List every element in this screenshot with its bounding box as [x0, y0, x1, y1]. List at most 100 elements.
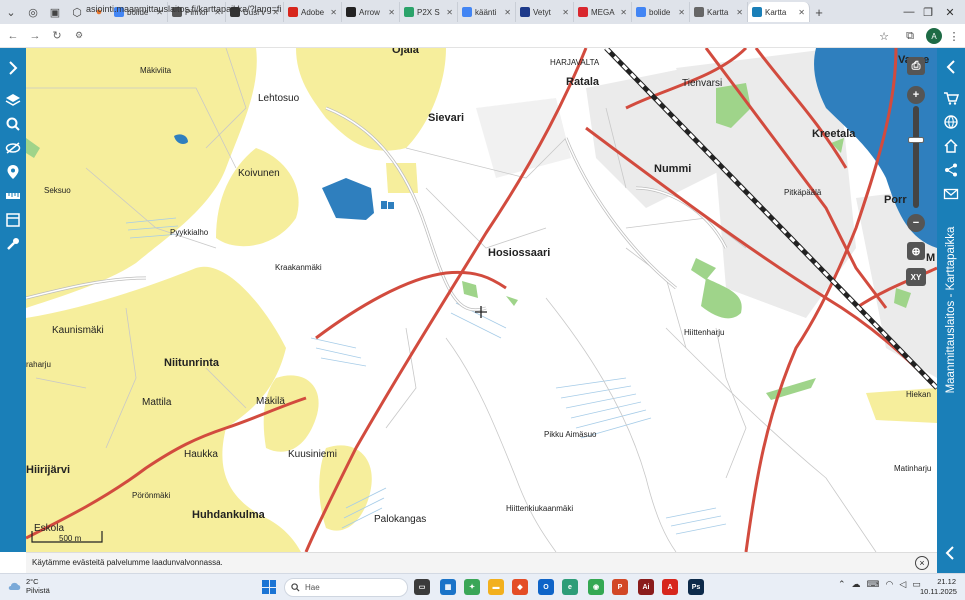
field-area: [26, 48, 257, 308]
tools-icon[interactable]: [0, 232, 26, 256]
location-pin-icon[interactable]: [0, 160, 26, 184]
search-icon[interactable]: [0, 112, 26, 136]
place-name-label: Porr: [884, 194, 907, 206]
chrome-icon[interactable]: ◉: [588, 579, 604, 595]
place-name-label: Pikku Aimäsuo: [544, 430, 597, 439]
place-name-label: Kreetala: [812, 128, 856, 140]
expand-panel-icon[interactable]: [0, 48, 26, 88]
taskbar-search[interactable]: Hae: [284, 578, 408, 597]
close-tab-icon[interactable]: ✕: [736, 8, 743, 17]
file-explorer-icon[interactable]: ▬: [488, 579, 504, 595]
restore-button[interactable]: ❐: [917, 0, 939, 24]
bookmark-star-icon[interactable]: ☆: [876, 28, 892, 44]
tab-pinned-icon[interactable]: ⬡: [66, 2, 88, 22]
reload-icon[interactable]: ↻: [46, 25, 68, 47]
home-icon[interactable]: [937, 134, 965, 158]
clock-date: 10.11.2025: [920, 587, 957, 596]
browser-tab[interactable]: P2X S ✕: [400, 2, 458, 22]
visibility-off-icon[interactable]: [0, 136, 26, 160]
scale-label: 500 m: [59, 534, 82, 543]
powerpoint-icon[interactable]: P: [612, 579, 628, 595]
weather-widget[interactable]: 2°C Pilvistä: [8, 577, 50, 595]
zoom-slider-track[interactable]: [913, 106, 919, 208]
close-tab-icon[interactable]: ✕: [330, 8, 337, 17]
close-tab-icon[interactable]: ✕: [562, 8, 569, 17]
browser-tab-label: MEGA: [591, 7, 615, 17]
zoom-slider-handle[interactable]: [908, 137, 924, 143]
place-name-label: Huhdankulma: [192, 509, 265, 521]
start-button[interactable]: [262, 580, 276, 594]
place-name-label: Sievari: [428, 112, 465, 124]
place-name-label: Niitunrinta: [164, 357, 219, 369]
browser-tab[interactable]: Kartta ✕: [690, 2, 748, 22]
browser-tab[interactable]: MEGA ✕: [574, 2, 632, 22]
collapse-panel-icon[interactable]: [937, 48, 965, 86]
site-info-icon[interactable]: ⚙: [68, 25, 90, 47]
close-tab-icon[interactable]: ✕: [388, 8, 395, 17]
new-tab-button[interactable]: +: [810, 5, 828, 20]
coordinates-button[interactable]: XY: [906, 268, 926, 286]
browser-tab[interactable]: Vetyt ✕: [516, 2, 574, 22]
address-bar[interactable]: asiointi.maanmittauslaitos.fi/karttapaik…: [86, 4, 281, 14]
field-area: [216, 148, 299, 247]
locate-icon[interactable]: ⊕: [907, 242, 925, 260]
profile-avatar[interactable]: A: [926, 28, 942, 44]
browser-tab-label: käänti: [475, 7, 497, 17]
globe-icon[interactable]: [937, 110, 965, 134]
place-name-label: Pitkäpäälä: [784, 188, 822, 197]
back-icon[interactable]: ←: [2, 25, 24, 47]
browser-tab[interactable]: Adobe ✕: [284, 2, 342, 22]
place-name-label: Mäkilä: [256, 396, 285, 407]
illustrator-icon[interactable]: Ai: [638, 579, 654, 595]
adobe-icon: [288, 7, 298, 17]
browser-tab[interactable]: käänti ✕: [458, 2, 516, 22]
close-tab-icon[interactable]: ✕: [678, 8, 685, 17]
map-canvas[interactable]: OjalaHARJAVALTARatalaTienvarsiVasseMäkiv…: [26, 48, 937, 552]
field-area: [386, 163, 418, 193]
service-title: Maanmittauslaitos - Karttapaikka: [945, 226, 957, 394]
place-name-label: Tienvarsi: [682, 78, 723, 89]
cart-icon[interactable]: [937, 86, 965, 110]
measure-icon[interactable]: [0, 184, 26, 208]
task-view-icon[interactable]: ▭: [414, 579, 430, 595]
photoshop-icon[interactable]: Ps: [688, 579, 704, 595]
collapse-bottom-icon[interactable]: [944, 545, 958, 561]
extensions-icon[interactable]: ⧉: [902, 28, 918, 44]
place-name-label: Hiirijärvi: [26, 464, 71, 476]
close-tab-icon[interactable]: ✕: [446, 8, 453, 17]
cookie-close-button[interactable]: ×: [915, 556, 929, 570]
place-name-label: Pyykkialho: [170, 228, 209, 237]
place-name-label: Mäkiviita: [140, 66, 172, 75]
browser-tab[interactable]: Kartta ✕: [748, 2, 810, 22]
close-tab-icon[interactable]: ✕: [798, 8, 805, 17]
print-icon[interactable]: ⎙: [907, 57, 925, 75]
close-tab-icon[interactable]: ✕: [620, 8, 627, 17]
forward-icon[interactable]: →: [24, 25, 46, 47]
place-name-label: Ojala: [392, 48, 419, 56]
calculator-icon[interactable]: ▦: [440, 579, 456, 595]
zoom-in-button[interactable]: +: [907, 86, 925, 104]
close-tab-icon[interactable]: ✕: [504, 8, 511, 17]
outlook-icon[interactable]: O: [538, 579, 554, 595]
share-icon[interactable]: [937, 158, 965, 182]
browser-tab[interactable]: bolide ✕: [632, 2, 690, 22]
browser-menu-icon[interactable]: ⋮: [946, 28, 962, 44]
tab-workspace-icon[interactable]: ▣: [44, 2, 66, 22]
edge-icon[interactable]: e: [562, 579, 578, 595]
place-name-label: Kuusiniemi: [288, 449, 337, 460]
system-tray[interactable]: ⌃ ☁ ⌨ ◠ ◁ ▭: [838, 579, 921, 590]
layers-icon[interactable]: [0, 88, 26, 112]
photos-icon[interactable]: ◆: [512, 579, 528, 595]
zoom-out-button[interactable]: −: [907, 214, 925, 232]
tab-list-icon[interactable]: ⌄: [0, 2, 22, 22]
taskbar-clock[interactable]: 21.12 10.11.2025: [920, 577, 957, 597]
chevron-up-icon: ⌃: [838, 579, 846, 589]
close-window-button[interactable]: ✕: [939, 0, 961, 24]
map-frame-icon[interactable]: [0, 208, 26, 232]
kartta-icon: [694, 7, 704, 17]
browser-tab[interactable]: Arrow ✕: [342, 2, 400, 22]
place-name-label: Nummi: [654, 163, 692, 175]
tab-group-icon[interactable]: ◎: [22, 2, 44, 22]
copilot-icon[interactable]: ✦: [464, 579, 480, 595]
acrobat-icon[interactable]: A: [662, 579, 678, 595]
